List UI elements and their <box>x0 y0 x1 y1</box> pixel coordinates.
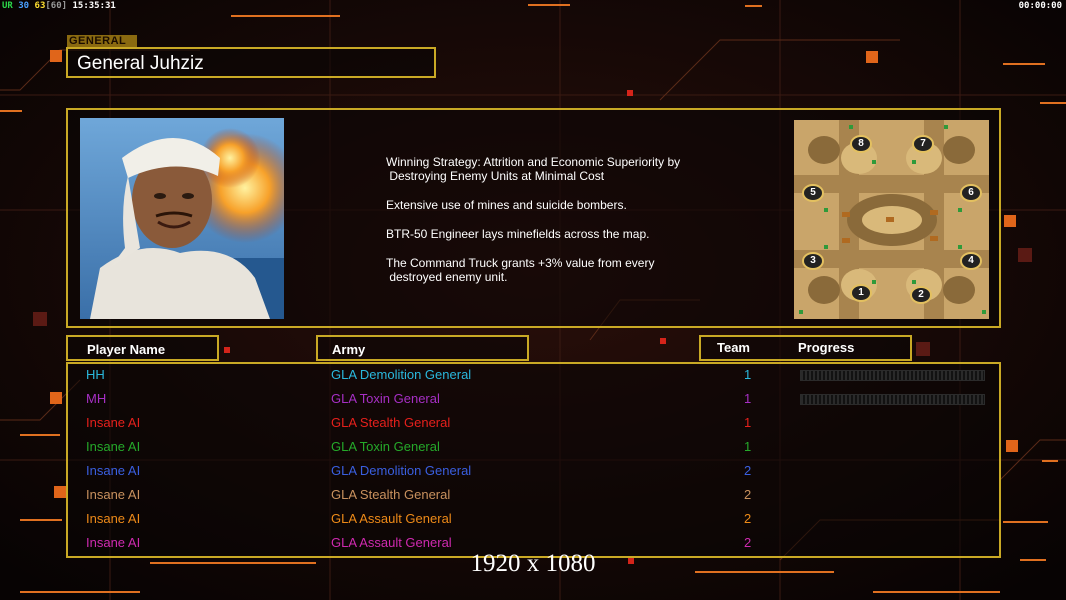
start-position-4: 4 <box>960 252 982 270</box>
table-row: Insane AI GLA Demolition General 2 <box>68 463 999 481</box>
fps-secondary-value: 63 <box>34 1 46 11</box>
player-table: HH GLA Demolition General 1 MH GLA Toxin Gen… <box>66 362 1001 558</box>
team-cell: 2 <box>744 487 752 502</box>
start-position-5: 5 <box>802 184 824 202</box>
player-name-cell: Insane AI <box>86 511 141 526</box>
start-position-7: 7 <box>912 135 934 153</box>
team-progress-header-box: Team Progress <box>699 335 912 361</box>
system-clock: 15:35:31 <box>72 1 116 11</box>
team-cell: 1 <box>744 439 752 454</box>
army-cell: GLA Demolition General <box>331 367 472 382</box>
engineer-description: BTR-50 Engineer lays minefields across t… <box>386 227 650 241</box>
player-name-cell: MH <box>86 391 107 406</box>
player-name-cell: Insane AI <box>86 535 141 550</box>
progress-header: Progress <box>798 340 855 355</box>
general-name: General Juhziz <box>77 53 204 74</box>
command-truck-description: The Command Truck grants +3% value from … <box>386 256 655 284</box>
mines-description: Extensive use of mines and suicide bombe… <box>386 198 627 212</box>
start-position-1: 1 <box>850 284 872 302</box>
army-cell: GLA Assault General <box>331 511 452 526</box>
army-header-box: Army <box>316 335 529 361</box>
fps-value: 30 <box>18 1 30 11</box>
player-name-cell: Insane AI <box>86 463 141 478</box>
team-cell: 1 <box>744 415 752 430</box>
army-cell: GLA Toxin General <box>331 439 440 454</box>
team-cell: 1 <box>744 367 752 382</box>
player-name-header-box: Player Name <box>66 335 219 361</box>
table-row: Insane AI GLA Stealth General 2 <box>68 487 999 505</box>
fps-cap: [60] <box>45 1 68 11</box>
game-timer: 00:00:00 <box>1018 1 1062 11</box>
table-row: Insane AI GLA Toxin General 1 <box>68 439 999 457</box>
player-name-cell: HH <box>86 367 105 382</box>
resolution-label: 1920 x 1080 <box>470 550 596 577</box>
fps-counter: UR 30 63[60] 15:35:31 <box>2 1 116 11</box>
player-name-header: Player Name <box>87 342 166 357</box>
start-position-8: 8 <box>850 135 872 153</box>
table-row: Insane AI GLA Assault General 2 <box>68 511 999 529</box>
army-header: Army <box>332 342 366 357</box>
team-cell: 2 <box>744 511 752 526</box>
table-row: MH GLA Toxin General 1 <box>68 391 999 409</box>
army-cell: GLA Toxin General <box>331 391 440 406</box>
strategy-description: Winning Strategy: Attrition and Economic… <box>386 155 681 183</box>
player-name-cell: Insane AI <box>86 439 141 454</box>
table-row: Insane AI GLA Stealth General 1 <box>68 415 999 433</box>
table-row: HH GLA Demolition General 1 <box>68 367 999 385</box>
start-position-3: 3 <box>802 252 824 270</box>
army-cell: GLA Assault General <box>331 535 452 550</box>
army-cell: GLA Stealth General <box>331 415 451 430</box>
player-name-cell: Insane AI <box>86 487 141 502</box>
player-name-cell: Insane AI <box>86 415 141 430</box>
general-portrait-image <box>80 118 284 319</box>
ur-label: UR <box>2 1 13 11</box>
start-position-2: 2 <box>910 286 932 304</box>
team-header: Team <box>717 340 750 355</box>
general-name-box: General Juhziz <box>66 47 436 78</box>
team-cell: 1 <box>744 391 752 406</box>
start-position-6: 6 <box>960 184 982 202</box>
team-cell: 2 <box>744 535 752 550</box>
army-cell: GLA Stealth General <box>331 487 451 502</box>
team-cell: 2 <box>744 463 752 478</box>
minimap-image: 1 2 3 4 5 6 7 8 <box>794 120 989 319</box>
loading-progress-bar <box>800 370 985 381</box>
loading-progress-bar <box>800 394 985 405</box>
army-cell: GLA Demolition General <box>331 463 472 478</box>
